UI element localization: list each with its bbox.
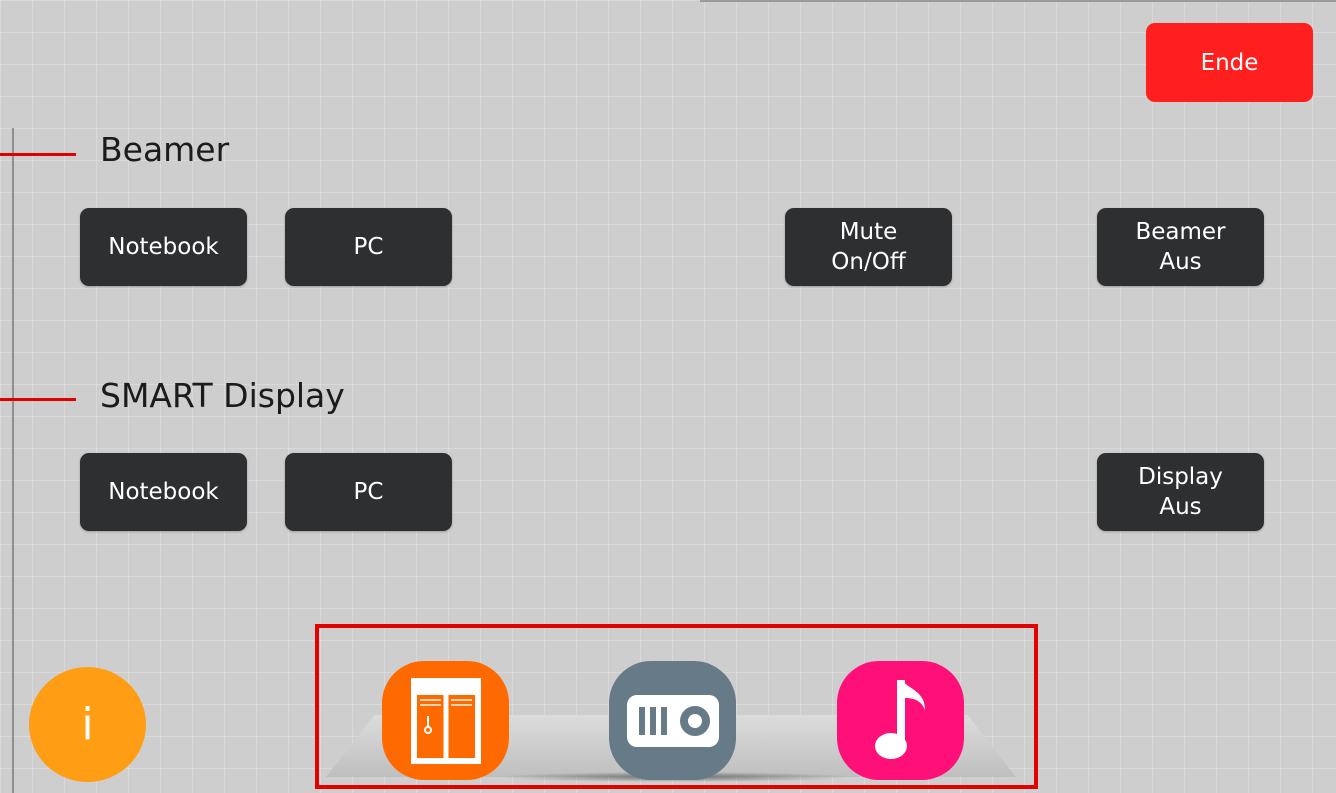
beamer-pc-button[interactable]: PC [285, 208, 452, 286]
display-section-title: SMART Display [100, 376, 345, 415]
beamer-off-button[interactable]: Beamer Aus [1097, 208, 1264, 286]
beamer-pc-label: PC [353, 234, 384, 260]
dock-highlight-frame [315, 624, 1038, 789]
info-button[interactable]: i [29, 667, 146, 782]
display-section-marker [0, 398, 76, 401]
beamer-section-title: Beamer [100, 130, 230, 169]
left-divider [12, 128, 14, 793]
display-notebook-button[interactable]: Notebook [80, 453, 247, 531]
info-icon: i [81, 699, 94, 750]
beamer-notebook-button[interactable]: Notebook [80, 208, 247, 286]
display-off-label: Display Aus [1138, 464, 1223, 520]
end-button-label: Ende [1200, 49, 1259, 76]
beamer-mute-button[interactable]: Mute On/Off [785, 208, 952, 286]
display-pc-label: PC [353, 479, 384, 505]
beamer-section-marker [0, 153, 76, 156]
beamer-mute-label: Mute On/Off [831, 219, 906, 275]
top-divider [700, 0, 1336, 2]
display-notebook-label: Notebook [108, 479, 219, 505]
beamer-off-label: Beamer Aus [1135, 219, 1226, 275]
end-button[interactable]: Ende [1146, 23, 1313, 102]
display-pc-button[interactable]: PC [285, 453, 452, 531]
beamer-notebook-label: Notebook [108, 234, 219, 260]
display-off-button[interactable]: Display Aus [1097, 453, 1264, 531]
